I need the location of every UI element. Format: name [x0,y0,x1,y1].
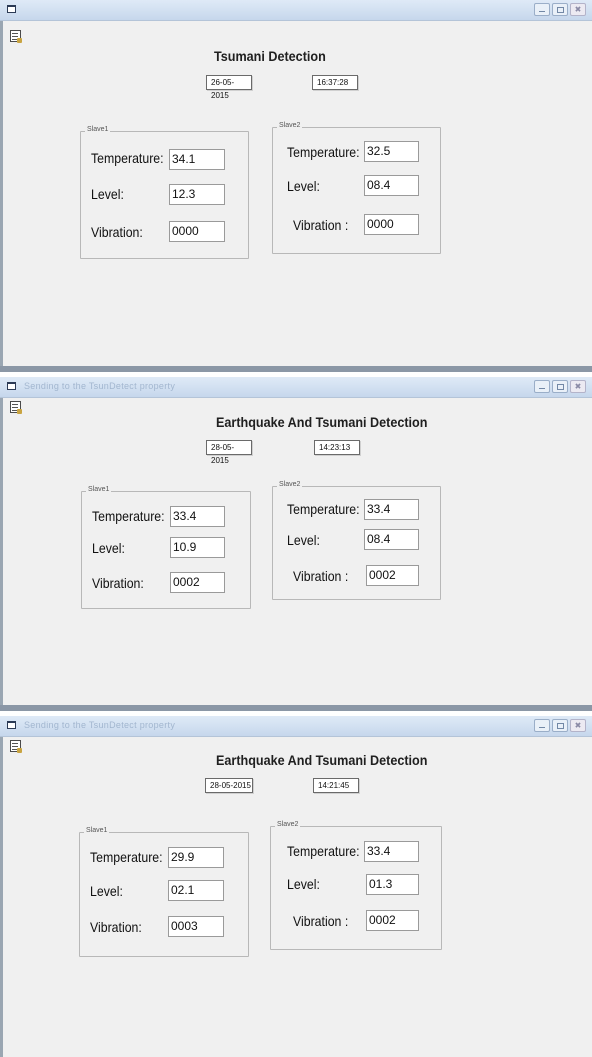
slave1-temperature-field[interactable]: 34.1 [169,149,225,170]
maximize-icon[interactable] [552,380,568,393]
form-icon [10,30,22,43]
title-bar[interactable]: Sending to the TsunDetect property [0,716,592,737]
slave1-vibration-field[interactable]: 0003 [168,916,224,937]
window-title: Sending to the TsunDetect property [24,720,176,730]
date-field: 28-05-2015 [206,440,252,465]
slave2-vibration-field[interactable]: 0000 [364,214,419,235]
window-border [0,0,3,366]
window-title: Sending to the TsunDetect property [24,381,176,391]
slave2-level-label: Level: [287,876,320,892]
slave1-temperature-label: Temperature: [90,849,163,865]
app-window: Tsumani Detection 26-05-2015 16:37:28 Sl… [0,0,592,372]
date-field: 28-05-2015 [205,778,253,793]
close-icon[interactable] [570,3,586,16]
minimize-icon[interactable] [534,719,550,732]
page-title: Earthquake And Tsumani Detection [216,752,428,768]
slave2-temperature-label: Temperature: [287,501,360,517]
slave1-temperature-label: Temperature: [91,150,164,166]
form-icon [10,740,22,753]
slave2-level-field[interactable]: 08.4 [364,175,419,196]
slave1-title: Slave1 [84,827,110,834]
date-field: 26-05-2015 [206,75,252,100]
maximize-icon[interactable] [552,3,568,16]
slave1-vibration-field[interactable]: 0000 [169,221,225,242]
slave2-temperature-label: Temperature: [287,843,360,859]
window-icon[interactable] [7,721,16,729]
minimize-icon[interactable] [534,380,550,393]
slave1-level-field[interactable]: 12.3 [169,184,225,205]
window-icon[interactable] [7,382,16,390]
slave2-level-field[interactable]: 08.4 [364,529,419,550]
app-window: Sending to the TsunDetect property Earth… [0,716,592,1057]
slave2-level-label: Level: [287,178,320,194]
slave1-level-label: Level: [92,540,125,556]
minimize-icon[interactable] [534,3,550,16]
slave1-level-field[interactable]: 02.1 [168,880,224,901]
slave1-vibration-label: Vibration: [92,575,144,591]
close-icon[interactable] [570,380,586,393]
slave2-vibration-label: Vibration : [293,913,349,929]
slave2-title: Slave2 [277,122,303,129]
slave1-title: Slave1 [86,486,112,493]
slave1-vibration-label: Vibration: [91,224,143,240]
slave1-level-field[interactable]: 10.9 [170,537,225,558]
window-border [0,377,3,705]
time-field: 16:37:28 [312,75,358,90]
slave1-vibration-label: Vibration: [90,919,142,935]
slave2-temperature-field[interactable]: 33.4 [364,841,419,862]
slave1-title: Slave1 [85,126,111,133]
slave1-level-label: Level: [90,883,123,899]
slave2-title: Slave2 [277,481,303,488]
slave1-level-label: Level: [91,186,124,202]
maximize-icon[interactable] [552,719,568,732]
slave2-title: Slave2 [275,821,301,828]
slave2-vibration-field[interactable]: 0002 [366,565,419,586]
form-icon [10,401,22,414]
slave2-vibration-field[interactable]: 0002 [366,910,419,931]
time-field: 14:21:45 [313,778,359,793]
slave1-temperature-field[interactable]: 33.4 [170,506,225,527]
close-icon[interactable] [570,719,586,732]
slave2-vibration-label: Vibration : [293,568,349,584]
window-icon[interactable] [7,5,16,13]
slave2-level-field[interactable]: 01.3 [366,874,419,895]
slave2-level-label: Level: [287,532,320,548]
title-bar[interactable]: Sending to the TsunDetect property [0,377,592,398]
slave2-temperature-label: Temperature: [287,144,360,160]
window-border [0,716,3,1057]
page-title: Earthquake And Tsumani Detection [216,414,428,430]
slave1-vibration-field[interactable]: 0002 [170,572,225,593]
time-field: 14:23:13 [314,440,360,455]
title-bar[interactable] [0,0,592,21]
page-title: Tsumani Detection [214,48,326,64]
slave2-temperature-field[interactable]: 33.4 [364,499,419,520]
slave2-vibration-label: Vibration : [293,217,349,233]
slave2-temperature-field[interactable]: 32.5 [364,141,419,162]
slave1-temperature-label: Temperature: [92,508,165,524]
slave1-temperature-field[interactable]: 29.9 [168,847,224,868]
app-window: Sending to the TsunDetect property Earth… [0,377,592,711]
